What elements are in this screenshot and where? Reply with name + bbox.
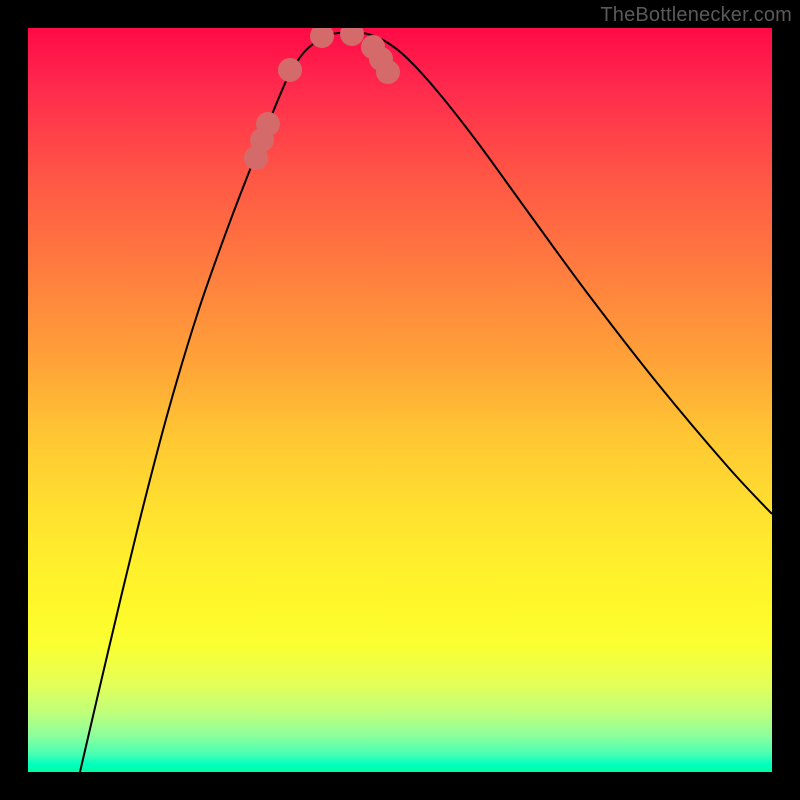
- marker-group: [244, 28, 400, 170]
- plot-area: [28, 28, 772, 772]
- curve-marker: [256, 112, 280, 136]
- curve-marker: [340, 28, 364, 46]
- bottleneck-curve: [28, 28, 772, 772]
- curve-marker: [278, 58, 302, 82]
- right-curve-path: [348, 32, 772, 514]
- curve-marker: [376, 60, 400, 84]
- chart-frame: TheBottlenecker.com: [0, 0, 800, 800]
- watermark-text: TheBottlenecker.com: [600, 4, 792, 27]
- left-curve-path: [80, 32, 348, 772]
- curve-marker: [310, 28, 334, 48]
